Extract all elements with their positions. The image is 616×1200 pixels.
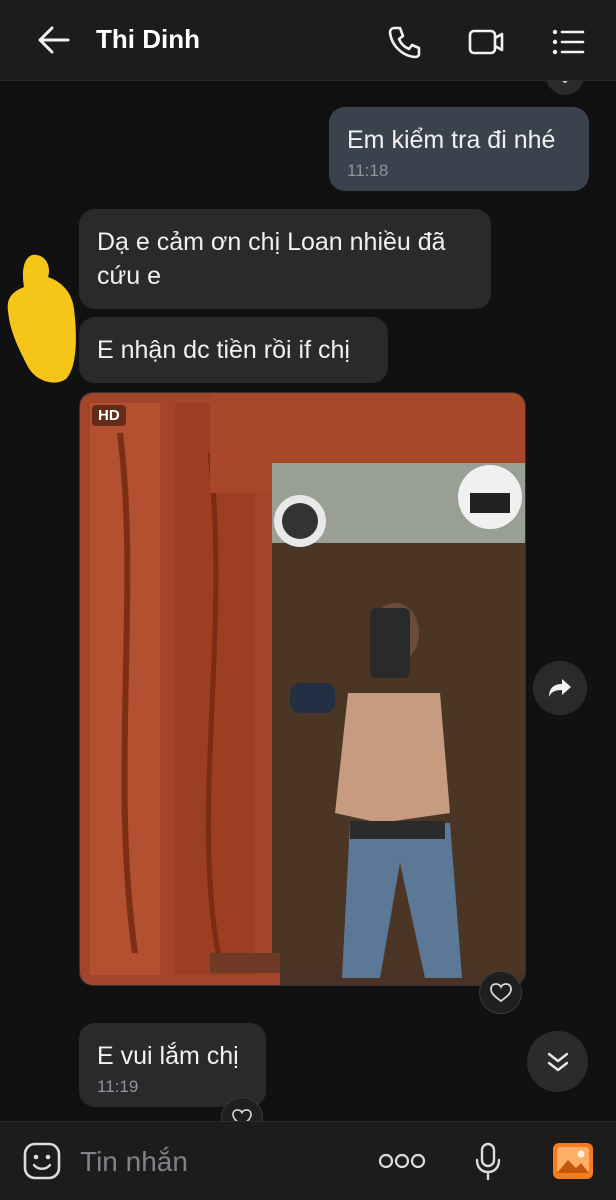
- message-text: Dạ e cảm ơn chị Loan nhiều đã cứu e: [97, 228, 446, 290]
- heart-icon: [232, 1109, 252, 1121]
- more-icon[interactable]: [378, 1152, 426, 1170]
- share-button[interactable]: [533, 661, 587, 715]
- phone-icon[interactable]: [384, 22, 424, 62]
- message-text: E vui lắm chị: [97, 1042, 239, 1070]
- gallery-icon[interactable]: [552, 1142, 594, 1180]
- hd-badge: HD: [92, 405, 126, 426]
- message-text: E nhận dc tiền rồi if chị: [97, 336, 350, 364]
- microphone-icon[interactable]: [474, 1142, 502, 1182]
- share-arrow-icon: [549, 679, 571, 697]
- message-input[interactable]: Tin nhắn: [80, 1146, 188, 1178]
- scroll-to-bottom-button[interactable]: [527, 1031, 588, 1092]
- message-composer: Tin nhắn: [0, 1121, 616, 1200]
- menu-list-icon[interactable]: [548, 22, 588, 62]
- message-incoming[interactable]: E vui lắm chị 11:19: [79, 1023, 266, 1107]
- message-list[interactable]: Em kiểm tra đi nhé 11:18 Dạ e cảm ơn chị…: [0, 81, 616, 1121]
- message-time: 11:18: [347, 161, 389, 180]
- video-call-icon[interactable]: [466, 22, 506, 62]
- chat-header: Thi Dinh: [0, 0, 616, 81]
- reaction-button[interactable]: [546, 81, 584, 95]
- contact-name[interactable]: Thi Dinh: [96, 24, 200, 55]
- photo-image: [80, 393, 525, 985]
- back-arrow-icon[interactable]: [34, 22, 74, 58]
- message-outgoing[interactable]: Em kiểm tra đi nhé 11:18: [329, 107, 589, 191]
- react-heart-button[interactable]: [479, 971, 522, 1014]
- double-chevron-down-icon: [547, 1052, 568, 1071]
- message-incoming[interactable]: Dạ e cảm ơn chị Loan nhiều đã cứu e: [79, 209, 491, 309]
- heart-icon: [489, 982, 512, 1002]
- highlight-scribble: [7, 254, 76, 383]
- chevron-down-icon: [562, 81, 568, 84]
- message-text: Em kiểm tra đi nhé: [347, 126, 556, 154]
- message-time: 11:19: [97, 1077, 139, 1096]
- sticker-icon[interactable]: [22, 1141, 62, 1181]
- photo-message[interactable]: HD: [79, 392, 526, 986]
- message-incoming[interactable]: E nhận dc tiền rồi if chị: [79, 317, 388, 383]
